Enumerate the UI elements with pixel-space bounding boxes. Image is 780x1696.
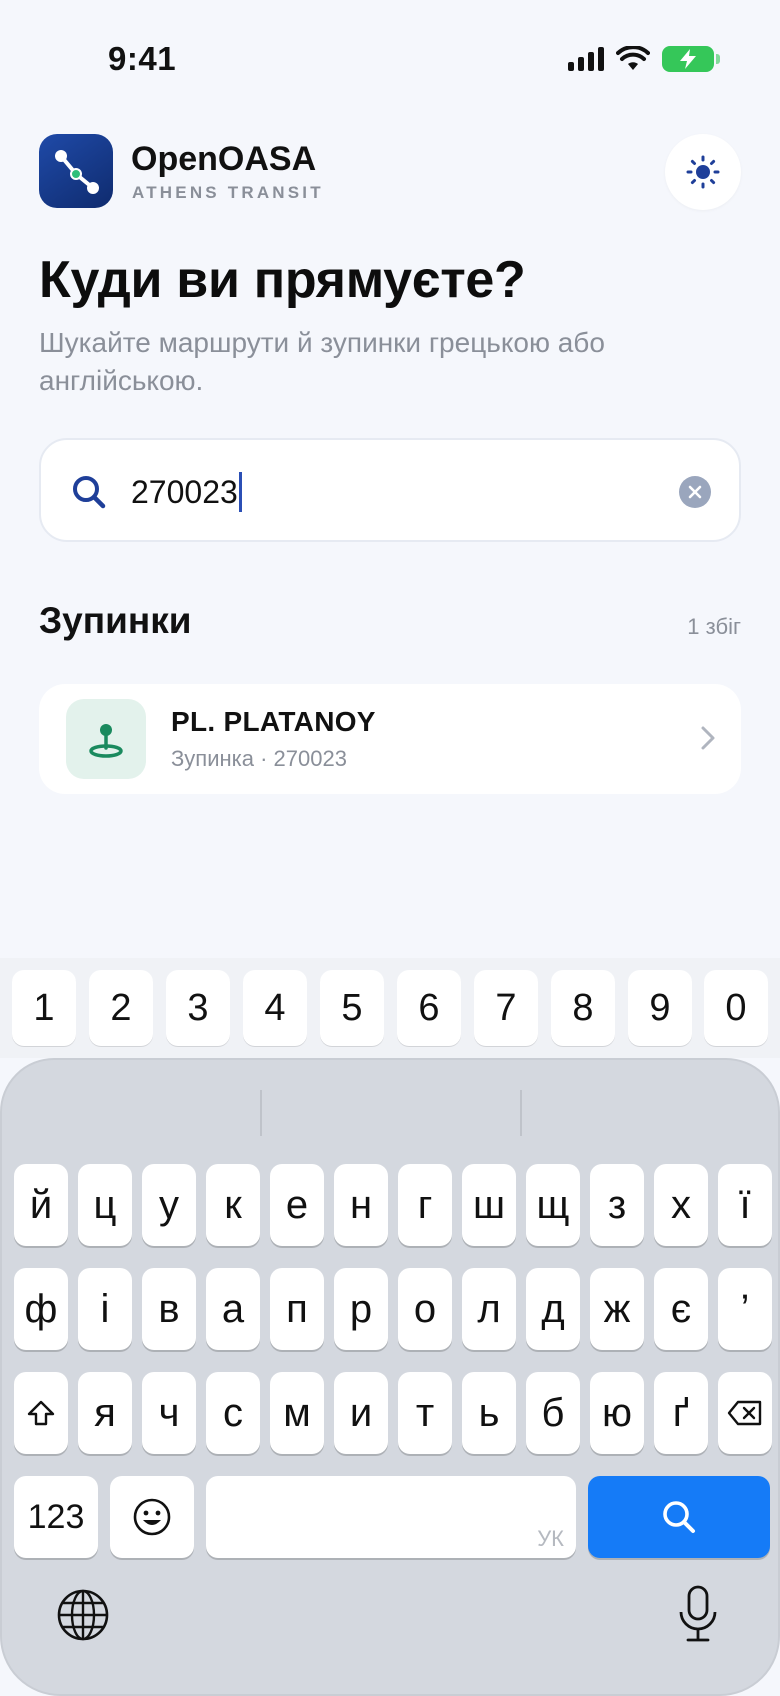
key-5[interactable]: 5 <box>320 970 384 1046</box>
page-title: Куди ви прямуєте? <box>39 251 526 309</box>
key-letter[interactable]: ф <box>14 1268 68 1350</box>
key-letter[interactable]: ї <box>718 1164 772 1246</box>
key-8[interactable]: 8 <box>551 970 615 1046</box>
keyboard: й ц у к е н г ш щ з х ї ф і в а п р о л … <box>0 1058 780 1696</box>
key-letter[interactable]: х <box>654 1164 708 1246</box>
wifi-icon <box>616 46 650 70</box>
key-letter[interactable]: б <box>526 1372 580 1454</box>
key-letter[interactable]: ’ <box>718 1268 772 1350</box>
key-letter[interactable]: а <box>206 1268 260 1350</box>
status-icons <box>568 46 720 72</box>
search-icon <box>73 476 106 509</box>
status-time: 9:41 <box>108 40 177 77</box>
numbers-mode-key[interactable]: 123 <box>14 1476 98 1558</box>
key-6[interactable]: 6 <box>397 970 461 1046</box>
route-icon <box>39 134 113 208</box>
suggestion-divider <box>520 1090 522 1136</box>
sun-icon <box>686 155 720 189</box>
key-letter[interactable]: м <box>270 1372 324 1454</box>
shift-key[interactable] <box>14 1372 68 1454</box>
suggestion-divider <box>260 1090 262 1136</box>
globe-icon[interactable] <box>56 1588 110 1642</box>
key-letter[interactable]: т <box>398 1372 452 1454</box>
key-letter[interactable]: к <box>206 1164 260 1246</box>
search-text: 270023 <box>131 473 238 510</box>
key-letter[interactable]: з <box>590 1164 644 1246</box>
stop-meta: Зупинка · 270023 <box>171 746 347 771</box>
status-bar: 9:41 <box>0 0 780 120</box>
stop-pin-icon <box>66 699 146 779</box>
text-caret <box>238 472 242 512</box>
key-letter[interactable]: е <box>270 1164 324 1246</box>
key-letter[interactable]: г <box>398 1164 452 1246</box>
search-field-value: 270023 <box>131 472 242 512</box>
shift-icon <box>27 1400 55 1426</box>
app-header: OpenOASA ATHENS TRANSIT <box>39 134 741 210</box>
key-1[interactable]: 1 <box>12 970 76 1046</box>
key-2[interactable]: 2 <box>89 970 153 1046</box>
results-count: 1 збіг <box>687 614 741 639</box>
keyboard-search-button[interactable] <box>588 1476 770 1558</box>
emoji-icon <box>133 1498 171 1536</box>
list-item[interactable]: PL. PLATANOY Зупинка · 270023 <box>39 684 741 794</box>
chevron-right-icon <box>701 726 715 750</box>
clear-icon <box>688 485 702 499</box>
stop-name: PL. PLATANOY <box>171 706 376 737</box>
key-letter[interactable]: о <box>398 1268 452 1350</box>
key-letter[interactable]: с <box>206 1372 260 1454</box>
emoji-key[interactable] <box>110 1476 194 1558</box>
theme-toggle-button[interactable] <box>665 134 741 210</box>
delete-icon <box>727 1400 762 1426</box>
key-letter[interactable]: у <box>142 1164 196 1246</box>
delete-key[interactable] <box>718 1372 772 1454</box>
search-icon <box>663 1501 695 1533</box>
app-name: OpenOASA <box>131 140 317 178</box>
key-letter[interactable]: щ <box>526 1164 580 1246</box>
key-letter[interactable]: н <box>334 1164 388 1246</box>
space-key[interactable]: УК <box>206 1476 576 1558</box>
key-9[interactable]: 9 <box>628 970 692 1046</box>
key-letter[interactable]: р <box>334 1268 388 1350</box>
key-letter[interactable]: ж <box>590 1268 644 1350</box>
key-letter[interactable]: д <box>526 1268 580 1350</box>
key-letter[interactable]: л <box>462 1268 516 1350</box>
key-4[interactable]: 4 <box>243 970 307 1046</box>
key-0[interactable]: 0 <box>704 970 768 1046</box>
key-letter[interactable]: в <box>142 1268 196 1350</box>
key-3[interactable]: 3 <box>166 970 230 1046</box>
clear-search-button[interactable] <box>679 476 711 508</box>
key-letter[interactable]: ч <box>142 1372 196 1454</box>
key-letter[interactable]: п <box>270 1268 324 1350</box>
number-row: 1 2 3 4 5 6 7 8 9 0 <box>0 958 780 1058</box>
key-letter[interactable]: ц <box>78 1164 132 1246</box>
key-letter[interactable]: і <box>78 1268 132 1350</box>
keyboard-language-label: УК <box>537 1526 564 1551</box>
cellular-signal-icon <box>568 47 604 71</box>
key-letter[interactable]: ь <box>462 1372 516 1454</box>
key-letter[interactable]: ш <box>462 1164 516 1246</box>
key-7[interactable]: 7 <box>474 970 538 1046</box>
key-letter[interactable]: ю <box>590 1372 644 1454</box>
key-letter[interactable]: ґ <box>654 1372 708 1454</box>
search-input[interactable]: 270023 <box>39 438 741 542</box>
app-subtitle: ATHENS TRANSIT <box>132 183 324 202</box>
microphone-icon[interactable] <box>676 1584 720 1644</box>
key-letter[interactable]: є <box>654 1268 708 1350</box>
page-subtitle: Шукайте маршрути й зупинки грецькою або … <box>39 327 605 396</box>
section-title-stops: Зупинки <box>39 600 192 641</box>
key-letter[interactable]: и <box>334 1372 388 1454</box>
key-letter[interactable]: я <box>78 1372 132 1454</box>
key-letter[interactable]: й <box>14 1164 68 1246</box>
battery-icon <box>662 46 720 72</box>
